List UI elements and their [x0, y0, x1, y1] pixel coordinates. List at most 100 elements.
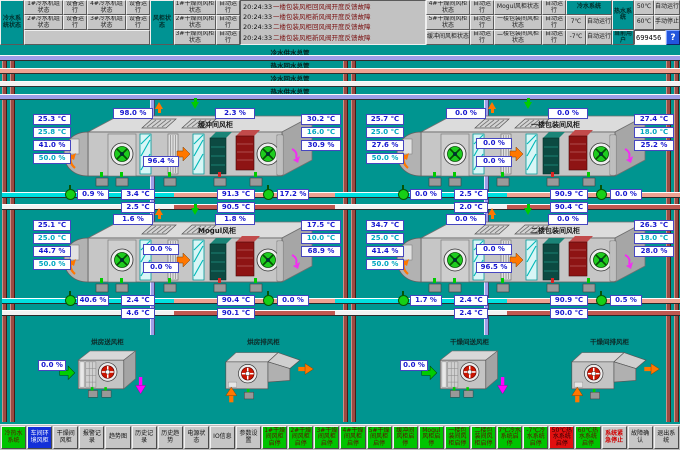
readout-return-humidity: 27.6 %	[366, 140, 404, 151]
return-air-arrow-icon	[524, 208, 532, 215]
nav-button[interactable]: 报警记录	[79, 426, 104, 449]
fan-unit: 干燥间排风柜	[542, 336, 677, 422]
hot-valve-icon	[263, 189, 274, 200]
ahu-name: Mogul风柜	[198, 226, 310, 236]
hot-valve-icon	[596, 295, 607, 306]
readout-supply-temp: 26.3 ℃	[634, 220, 674, 231]
readout-hot-return-temp: 90.0 ℃	[550, 308, 588, 319]
chiller-status-row: 1#冷水机组状态 设备运行 4#冷水机组状态 设备运行	[24, 0, 150, 15]
status-cell: 3#冷水机组状态	[87, 15, 126, 30]
readout-hot-return-temp: 90.5 ℃	[217, 202, 255, 213]
temperature-setpoint: 50℃	[634, 0, 654, 15]
readout-supply-setpoint: 16.0 ℃	[301, 127, 341, 138]
top-status-bar: 冷水系统状态 1#冷水机组状态 设备运行 4#冷水机组状态 设备运行 2#冷水机…	[0, 0, 680, 45]
chilled-valve-icon	[65, 189, 76, 200]
fresh-air-arrow-icon	[155, 102, 163, 109]
readout-damper-top-right: 1.8 %	[215, 214, 255, 225]
readout-supply-temp: 17.5 ℃	[301, 220, 341, 231]
run-state-cell: 自动运行	[586, 15, 612, 30]
nav-button[interactable]: 历史趋势	[158, 426, 183, 449]
control-button[interactable]: 3#干燥间风柜启停	[314, 426, 339, 449]
readout-supply-setpoint: 10.0 ℃	[301, 233, 341, 244]
readout-temp-setpoint: 25.0 ℃	[33, 233, 71, 244]
readout-damper-top-right: 2.3 %	[215, 108, 255, 119]
readout-hot-supply-temp: 90.9 ℃	[550, 295, 588, 306]
chilled-water-system-group: 冷水系统 7℃ 自动运行 -7℃ 自动运行	[566, 0, 612, 45]
control-button[interactable]: 5#干燥间风柜启停	[367, 426, 392, 449]
readout-humidity-setpoint: 50.0 %	[366, 153, 404, 164]
control-button[interactable]: Mogul风柜启停	[419, 426, 444, 449]
readout-humidity-setpoint: 50.0 %	[33, 259, 71, 270]
control-button[interactable]: 缓冲间风柜启停	[393, 426, 418, 449]
control-button[interactable]: 4#干燥间风柜启停	[340, 426, 365, 449]
run-state-cell: 自动运行	[470, 30, 494, 45]
readout-chilled-return-temp: 2.4 ℃	[454, 308, 488, 319]
ahu-status-row: 4#干燥间风柜状态 自动运行	[426, 0, 494, 15]
control-button[interactable]: 故障确认	[628, 426, 653, 449]
nav-button[interactable]: 历史记录	[132, 426, 157, 449]
chiller-status-row: 2#冷水机组状态 设备运行 3#冷水机组状态 设备运行	[24, 15, 150, 30]
fresh-air-arrow-icon	[488, 102, 496, 109]
run-state-cell: 设备运行	[63, 0, 87, 15]
filler-cell	[24, 30, 150, 45]
control-button[interactable]: 7℃冷水系统启停	[497, 426, 522, 449]
readout-temp-setpoint: 25.0 ℃	[366, 127, 404, 138]
hot-valve-icon	[596, 189, 607, 200]
section-label-chilled-water: 冷水系统状态	[0, 0, 24, 45]
readout-fan-flow: 0.0 %	[38, 360, 66, 371]
nav-button[interactable]: 参数设置	[236, 426, 261, 449]
nav-button[interactable]: IO信息	[210, 426, 235, 449]
current-user-input[interactable]	[634, 30, 666, 45]
control-button[interactable]: 60℃热水系统启停	[575, 426, 600, 449]
readout-damper-top-left: 0.0 %	[446, 108, 486, 119]
control-button[interactable]: 退出系统	[654, 426, 679, 449]
readout-temp-setpoint: 25.0 ℃	[366, 233, 404, 244]
readout-supply-setpoint: 18.0 ℃	[634, 127, 674, 138]
readout-hot-supply-temp: 90.9 ℃	[550, 189, 588, 200]
exhaust-fan-icon	[560, 345, 678, 404]
readout-chilled-return-temp: 4.6 ℃	[121, 308, 155, 319]
readout-chilled-supply-temp: 2.4 ℃	[121, 295, 155, 306]
hot-valve-icon	[263, 295, 274, 306]
temperature-setpoint: 60℃	[634, 15, 654, 30]
nav-button[interactable]: 趋势图	[105, 426, 130, 449]
run-state-cell: 自动运行	[542, 30, 566, 45]
control-button[interactable]: 二楼包装间风柜启停	[471, 426, 496, 449]
readout-supply-humidity: 25.2 %	[634, 140, 674, 151]
nav-button[interactable]: 干燥间风柜	[53, 426, 78, 449]
control-button[interactable]: 1#干燥间风柜启停	[262, 426, 287, 449]
help-icon[interactable]: ?	[666, 30, 680, 45]
return-air-arrow-icon	[524, 102, 532, 109]
readout-chilled-supply-temp: 2.4 ℃	[454, 295, 488, 306]
readout-fan-flow: 0.0 %	[400, 360, 428, 371]
readout-chilled-valve-opening: 0.9 %	[77, 189, 109, 200]
control-button[interactable]: 系统紧急停止	[602, 426, 627, 449]
nav-button[interactable]: 冷热水系统	[1, 426, 26, 449]
control-button[interactable]: 2#干燥间风柜启停	[288, 426, 313, 449]
fresh-air-arrow-icon	[155, 208, 163, 215]
ahu-name: 一楼包装间风柜	[531, 120, 643, 130]
ahu-status-group-3: Mogul风柜状态 自动运行 一楼包装间风柜状态 自动运行 二楼包装间风柜状态 …	[494, 0, 566, 45]
ahu-status-row: 一楼包装间风柜状态 自动运行	[494, 15, 566, 30]
status-cell: Mogul风柜状态	[494, 0, 542, 15]
ahu-name: 二楼包装间风柜	[531, 226, 643, 236]
readout-return-humidity: 44.7 %	[33, 246, 71, 257]
hot-supply-pipe	[507, 192, 680, 198]
return-air-arrow-icon	[191, 102, 199, 109]
nav-button[interactable]: 车间环境风柜	[27, 426, 52, 449]
readout-hot-valve-opening: 0.0 %	[610, 189, 642, 200]
control-button[interactable]: 一楼包装间风柜启停	[445, 426, 470, 449]
control-button[interactable]: 50℃热水系统启停	[549, 426, 574, 449]
control-button[interactable]: -7℃冷水系统启停	[523, 426, 548, 449]
fresh-air-arrow-icon	[488, 208, 496, 215]
readout-supply-temp: 27.4 ℃	[634, 114, 674, 125]
nav-button[interactable]: 电源状态	[184, 426, 209, 449]
alarm-row: 20:24:33 一楼包装风柜新风阀开度反馈故障	[243, 12, 423, 22]
hot-return-pipe	[174, 204, 358, 210]
run-state-cell: 自动运行	[470, 0, 494, 15]
readout-hot-return-temp: 90.1 ℃	[217, 308, 255, 319]
riser-pipe	[2, 55, 7, 422]
ahu-status-row: 3#干燥间风柜状态 自动运行	[174, 30, 240, 45]
readout-mid-upper: 0.0 %	[143, 244, 179, 255]
run-state-cell: 自动运行	[216, 30, 240, 45]
